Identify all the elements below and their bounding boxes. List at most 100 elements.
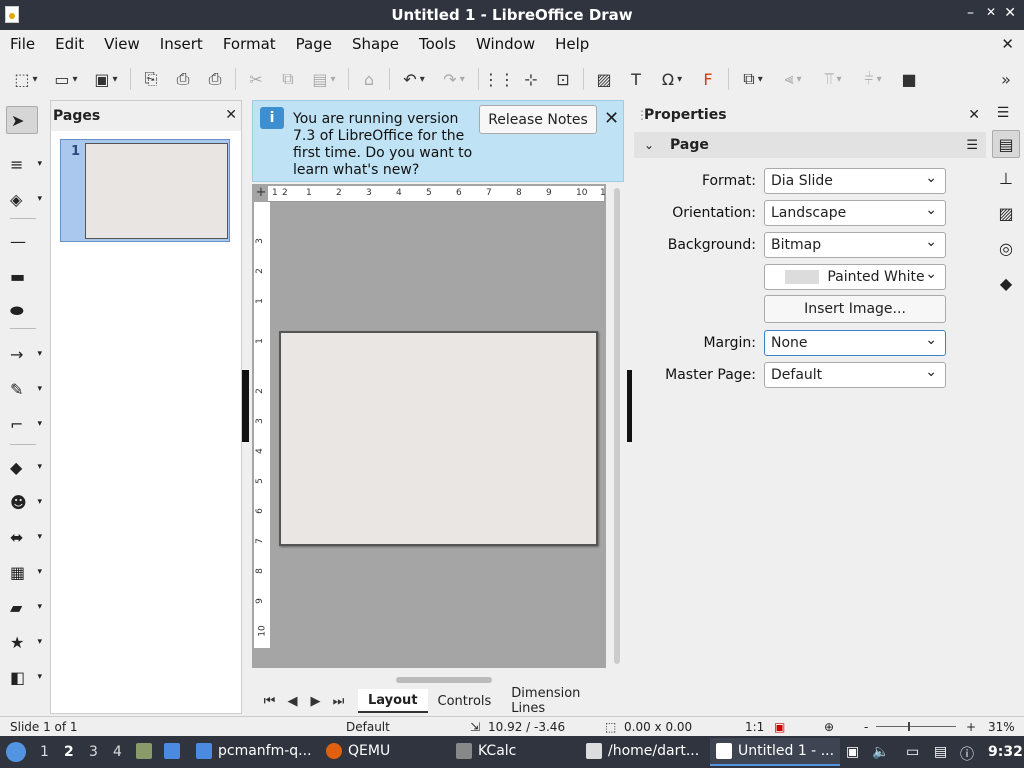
zoom-slider-knob[interactable] [908,722,910,731]
format-select[interactable]: Dia Slide [764,168,946,194]
connectors-icon[interactable]: ⌐ [6,410,42,438]
task-libreoffice-draw[interactable]: Untitled 1 - ... [716,743,834,759]
fontwork-icon[interactable]: F [695,66,721,92]
section-menu-icon[interactable]: ☰ [966,138,978,153]
menu-page[interactable]: Page [286,35,342,53]
workspace-3[interactable]: 3 [89,744,98,760]
clone-formatting-icon[interactable]: ⌂ [356,66,382,92]
release-notes-button[interactable]: Release Notes [479,105,597,134]
orientation-select[interactable]: Landscape [764,200,946,226]
vertical-scroll-thumb[interactable] [614,188,620,664]
menu-window[interactable]: Window [466,35,545,53]
vertical-ruler[interactable]: 3 2 1 1 2 3 4 5 6 7 8 9 10 [254,202,270,648]
workspace-4[interactable]: 4 [113,744,122,760]
export-pdf-icon[interactable]: ⎙ [170,66,196,92]
open-icon[interactable]: ▭ [49,66,83,92]
page-thumbnail[interactable]: 1 [60,139,230,242]
slide-page[interactable] [279,331,598,546]
next-tab-icon[interactable]: ▶ [304,694,327,709]
fit-slide-icon[interactable]: ⊕ [824,720,834,734]
workspace-1[interactable]: 1 [40,744,49,760]
ellipse-tool-icon[interactable]: ⬬ [6,297,42,325]
transformations-icon[interactable]: ⧉ [736,66,770,92]
document-modified-icon[interactable]: ▣ [774,720,785,734]
callouts-icon[interactable]: ▰ [6,593,42,621]
menu-insert[interactable]: Insert [150,35,213,53]
close-document-button[interactable]: ✕ [1001,35,1014,53]
last-tab-icon[interactable]: ⏭ [327,694,350,709]
rectangle-tool-icon[interactable]: ▬ [6,262,42,290]
scale-ratio[interactable]: 1:1 [745,720,764,734]
cut-icon[interactable]: ✂ [243,66,269,92]
toolbar-overflow-icon[interactable]: » [993,66,1019,92]
master-page-select[interactable]: Default [764,362,946,388]
shadow-icon[interactable]: ■ [896,66,922,92]
menu-shape[interactable]: Shape [342,35,409,53]
block-arrows-icon[interactable]: ⬌ [6,523,42,551]
special-character-icon[interactable]: Ω [655,66,689,92]
curves-icon[interactable]: ✎ [6,375,42,403]
zoom-pan-icon[interactable]: ⊡ [550,66,576,92]
arrange-icon[interactable]: ⫪ [816,66,850,92]
export-icon[interactable]: ⎘ [138,66,164,92]
grid-icon[interactable]: ⋮⋮ [483,66,515,92]
insert-image-button[interactable]: Insert Image... [764,295,946,323]
menu-tools[interactable]: Tools [409,35,466,53]
desktop-launcher-icon[interactable] [164,743,186,759]
file-manager-launcher-icon[interactable] [136,743,158,759]
tab-layout[interactable]: Layout [358,689,428,713]
vertical-scrollbar[interactable] [610,184,624,666]
save-icon[interactable]: ▣ [89,66,123,92]
bitmap-select[interactable]: Painted White [764,264,946,290]
collapse-left-handle[interactable] [242,370,249,442]
line-color-icon[interactable]: ≡ [6,150,42,178]
insert-image-icon[interactable]: ▨ [591,66,617,92]
tab-dimension-lines[interactable]: Dimension Lines [501,686,624,716]
line-tool-icon[interactable]: — [6,227,42,255]
basic-shapes-icon[interactable]: ◆ [6,453,42,481]
gallery-deck-icon[interactable]: ▨ [992,199,1020,227]
helplines-icon[interactable]: ⊹ [518,66,544,92]
volume-icon[interactable]: 🔈 [872,744,889,760]
menu-file[interactable]: File [0,35,45,53]
copy-icon[interactable]: ⧉ [275,66,301,92]
menu-format[interactable]: Format [213,35,286,53]
undo-icon[interactable]: ↶ [397,66,431,92]
print-icon[interactable]: ⎙ [202,66,228,92]
styles-deck-icon[interactable]: ⊥ [992,164,1020,192]
zoom-slider[interactable] [876,726,956,727]
select-tool-icon[interactable]: ➤ [6,106,38,134]
paste-icon[interactable]: ▤ [307,66,341,92]
lines-arrows-icon[interactable]: → [6,340,42,368]
clipboard-icon[interactable]: ▤ [934,744,947,760]
menu-view[interactable]: View [94,35,150,53]
zoom-in-button[interactable]: + [966,720,976,734]
fill-color-icon[interactable]: ◈ [6,185,42,213]
sidebar-menu-icon[interactable]: ☰ [988,105,1018,121]
start-menu-icon[interactable] [6,742,32,762]
updates-icon[interactable]: ⓘ [960,744,974,764]
zoom-percent[interactable]: 31% [988,720,1015,734]
navigator-deck-icon[interactable]: ◎ [992,234,1020,262]
horizontal-ruler[interactable]: 1 2 1 2 3 4 5 6 7 8 9 10 1 [268,186,606,202]
background-select[interactable]: Bitmap [764,232,946,258]
task-terminal[interactable]: /home/dart... [586,743,699,759]
close-window-button[interactable]: ✕ [1004,5,1016,21]
menu-help[interactable]: Help [545,35,599,53]
stars-icon[interactable]: ★ [6,628,42,656]
redo-icon[interactable]: ↷ [437,66,471,92]
3d-objects-icon[interactable]: ◧ [6,663,42,691]
zoom-out-button[interactable]: - [864,720,868,734]
task-kcalc[interactable]: KCalc [456,743,516,759]
task-qemu[interactable]: QEMU [326,743,390,759]
close-properties-button[interactable]: ✕ [968,107,980,123]
page-section-header[interactable]: ⌄ Page ☰ [634,132,986,158]
workspace-2[interactable]: 2 [64,744,74,760]
minimize-button[interactable]: – [967,5,974,21]
tab-controls[interactable]: Controls [428,689,502,713]
margin-select[interactable]: None [764,330,946,356]
task-pcmanfm[interactable]: pcmanfm-q... [196,743,312,759]
horizontal-scrollbar[interactable] [252,672,606,686]
network-icon[interactable]: ▭ [906,744,919,760]
tray-app-icon[interactable]: ▣ [846,744,859,760]
